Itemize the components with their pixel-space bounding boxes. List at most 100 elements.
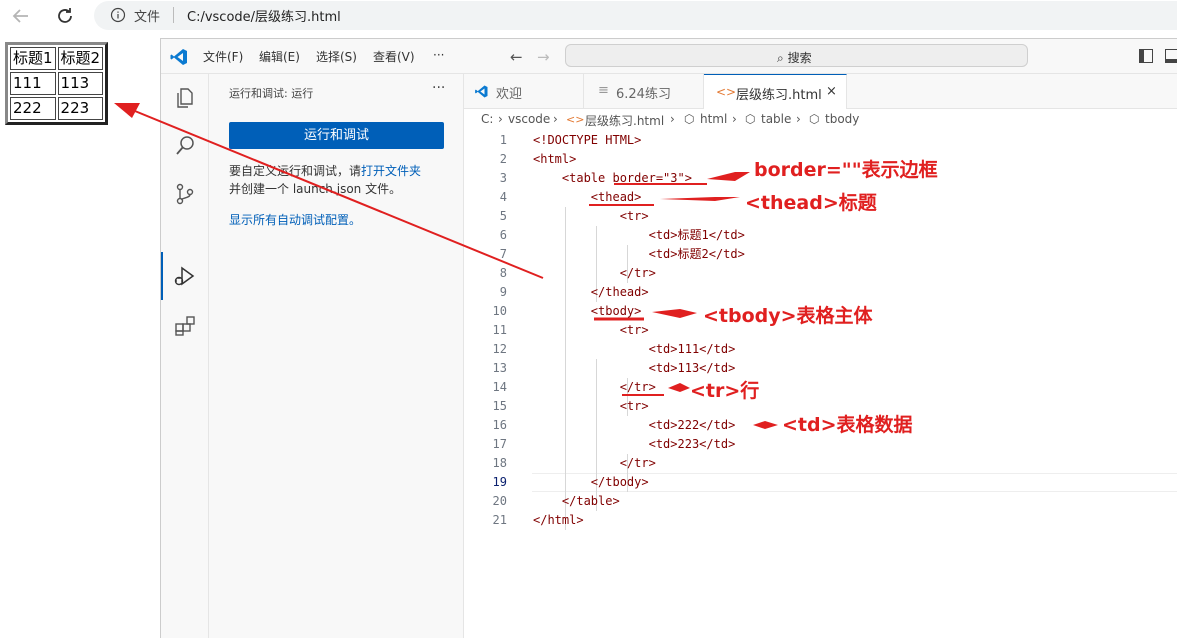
line-number: 16 xyxy=(492,418,507,432)
menu-selection[interactable]: 选择(S) xyxy=(316,48,357,65)
sidebar-description: 要自定义运行和调试，请打开文件夹 并创建一个 launch.json 文件。 xyxy=(229,162,421,198)
breadcrumb-item[interactable]: C: xyxy=(481,112,493,126)
line-number: 10 xyxy=(492,304,507,318)
element-cube-icon: ⬡ xyxy=(684,112,695,126)
breadcrumb-item[interactable]: html xyxy=(700,112,727,126)
code-text: <!DOCTYPE HTML> xyxy=(533,133,642,147)
run-debug-icon[interactable] xyxy=(173,264,197,288)
toggle-panel-icon[interactable] xyxy=(1165,49,1177,63)
menu-edit[interactable]: 编辑(E) xyxy=(259,48,300,65)
menu-view[interactable]: 查看(V) xyxy=(373,48,415,65)
annotation-tr: <tr>行 xyxy=(690,380,760,402)
info-icon[interactable] xyxy=(110,7,126,23)
breadcrumb-item[interactable]: tbody xyxy=(825,112,859,126)
breadcrumb: C: › vscode › <> 层级练习.html › ⬡ html › ⬡ … xyxy=(464,109,1177,131)
toggle-sidebar-icon[interactable] xyxy=(1139,49,1153,63)
search-label-wrap: ⌕ 搜索 xyxy=(777,49,812,66)
annotation-td: <td>表格数据 xyxy=(782,414,913,436)
line-number: 4 xyxy=(499,190,507,204)
code-line[interactable]: 8 </tr> xyxy=(464,264,1177,283)
reload-icon[interactable] xyxy=(54,5,76,27)
code-text: <tr> xyxy=(533,323,649,337)
line-number: 14 xyxy=(492,380,507,394)
breadcrumb-separator: › xyxy=(796,112,801,126)
tab-6-24-practice[interactable]: ≡ 6.24练习 xyxy=(584,74,704,109)
breadcrumb-separator: › xyxy=(732,112,737,126)
menu-file[interactable]: 文件(F) xyxy=(203,48,243,65)
code-text: </table> xyxy=(533,494,620,508)
code-text: <td>222</td> xyxy=(533,418,736,432)
tab-label: 欢迎 xyxy=(496,87,523,102)
code-text: </tr> xyxy=(533,380,656,394)
code-line[interactable]: 21 </html> xyxy=(464,511,1177,530)
close-icon[interactable]: × xyxy=(826,84,837,99)
vscode-logo-icon xyxy=(170,49,187,65)
code-line[interactable]: 12 <td>111</td> xyxy=(464,340,1177,359)
tab-welcome[interactable]: 欢迎 xyxy=(464,74,584,109)
vscode-small-icon xyxy=(475,85,488,98)
browser-toolbar: 文件 C:/vscode/层级练习.html xyxy=(0,0,1177,32)
code-line[interactable]: 13 <td>113</td> xyxy=(464,359,1177,378)
code-text: <td>标题1</td> xyxy=(533,228,745,242)
code-line[interactable]: 6 <td>标题1</td> xyxy=(464,226,1177,245)
code-text: </html> xyxy=(533,513,584,527)
code-line[interactable]: 18 </tr> xyxy=(464,454,1177,473)
element-cube-icon: ⬡ xyxy=(745,112,756,126)
line-number: 6 xyxy=(499,228,507,242)
line-number: 15 xyxy=(492,399,507,413)
tab-hierarchy-html[interactable]: <> 层级练习.html × xyxy=(704,74,847,109)
code-text: <tr> xyxy=(533,209,649,223)
code-line[interactable]: 1 <!DOCTYPE HTML> xyxy=(464,131,1177,150)
line-number: 3 xyxy=(499,171,507,185)
table-row: 222 223 xyxy=(10,97,104,120)
search-sidebar-icon[interactable] xyxy=(173,134,197,158)
table-cell: 标题1 xyxy=(10,47,56,70)
line-number: 20 xyxy=(492,494,507,508)
go-back-icon[interactable]: ← xyxy=(510,48,523,66)
code-line[interactable]: 19 </tbody> xyxy=(464,473,1177,492)
description-text: 要自定义运行和调试，请 xyxy=(229,164,362,178)
line-number: 18 xyxy=(492,456,507,470)
line-number: 1 xyxy=(499,133,507,147)
open-folder-link[interactable]: 打开文件夹 xyxy=(361,164,421,178)
line-number: 21 xyxy=(492,513,507,527)
code-line[interactable]: 20 </table> xyxy=(464,492,1177,511)
code-line[interactable]: 9 </thead> xyxy=(464,283,1177,302)
tab-label: 层级练习.html xyxy=(736,88,822,103)
table-cell: 标题2 xyxy=(57,47,104,70)
line-number: 17 xyxy=(492,437,507,451)
annotation-tbody: <tbody>表格主体 xyxy=(703,305,873,327)
command-center-search[interactable]: ⌕ 搜索 xyxy=(565,44,1028,67)
line-number: 9 xyxy=(499,285,507,299)
show-auto-debug-configs-link[interactable]: 显示所有自动调试配置。 xyxy=(229,211,361,229)
breadcrumb-item[interactable]: vscode xyxy=(508,112,550,126)
code-text: <html> xyxy=(533,152,577,166)
code-text: <td>111</td> xyxy=(533,342,736,356)
code-line[interactable]: 17 <td>223</td> xyxy=(464,435,1177,454)
menu-more[interactable]: ··· xyxy=(433,48,444,62)
line-number: 8 xyxy=(499,266,507,280)
address-separator xyxy=(173,7,174,23)
run-and-debug-button[interactable]: 运行和调试 xyxy=(229,122,444,149)
breadcrumb-item[interactable]: table xyxy=(761,112,791,126)
line-number: 19 xyxy=(492,475,507,489)
source-control-icon[interactable] xyxy=(173,182,197,206)
go-forward-icon[interactable]: → xyxy=(537,48,550,66)
line-number: 12 xyxy=(492,342,507,356)
rendered-table: 标题1 标题2 111 113 222 223 xyxy=(8,45,105,122)
address-url[interactable]: C:/vscode/层级练习.html xyxy=(187,6,341,25)
code-text: </tr> xyxy=(533,456,656,470)
sidebar-more-actions[interactable]: ··· xyxy=(432,80,445,96)
file-scheme-label: 文件 xyxy=(134,10,161,25)
code-line[interactable]: 14 </tr> xyxy=(464,378,1177,397)
back-arrow-icon[interactable] xyxy=(10,5,32,27)
code-text: </tr> xyxy=(533,266,656,280)
breadcrumb-item[interactable]: 层级练习.html xyxy=(585,112,664,129)
code-text: <tbody> xyxy=(533,304,642,318)
line-number: 13 xyxy=(492,361,507,375)
rendered-table-output: 标题1 标题2 111 113 222 223 xyxy=(5,42,109,125)
code-line[interactable]: 7 <td>标题2</td> xyxy=(464,245,1177,264)
code-text: </thead> xyxy=(533,285,649,299)
extensions-icon[interactable] xyxy=(173,314,197,338)
explorer-icon[interactable] xyxy=(173,86,197,110)
